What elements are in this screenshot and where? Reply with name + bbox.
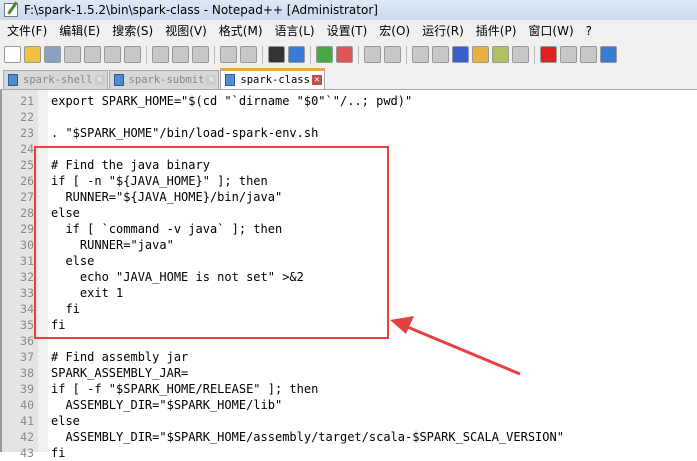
annotation-arrow	[390, 316, 521, 376]
